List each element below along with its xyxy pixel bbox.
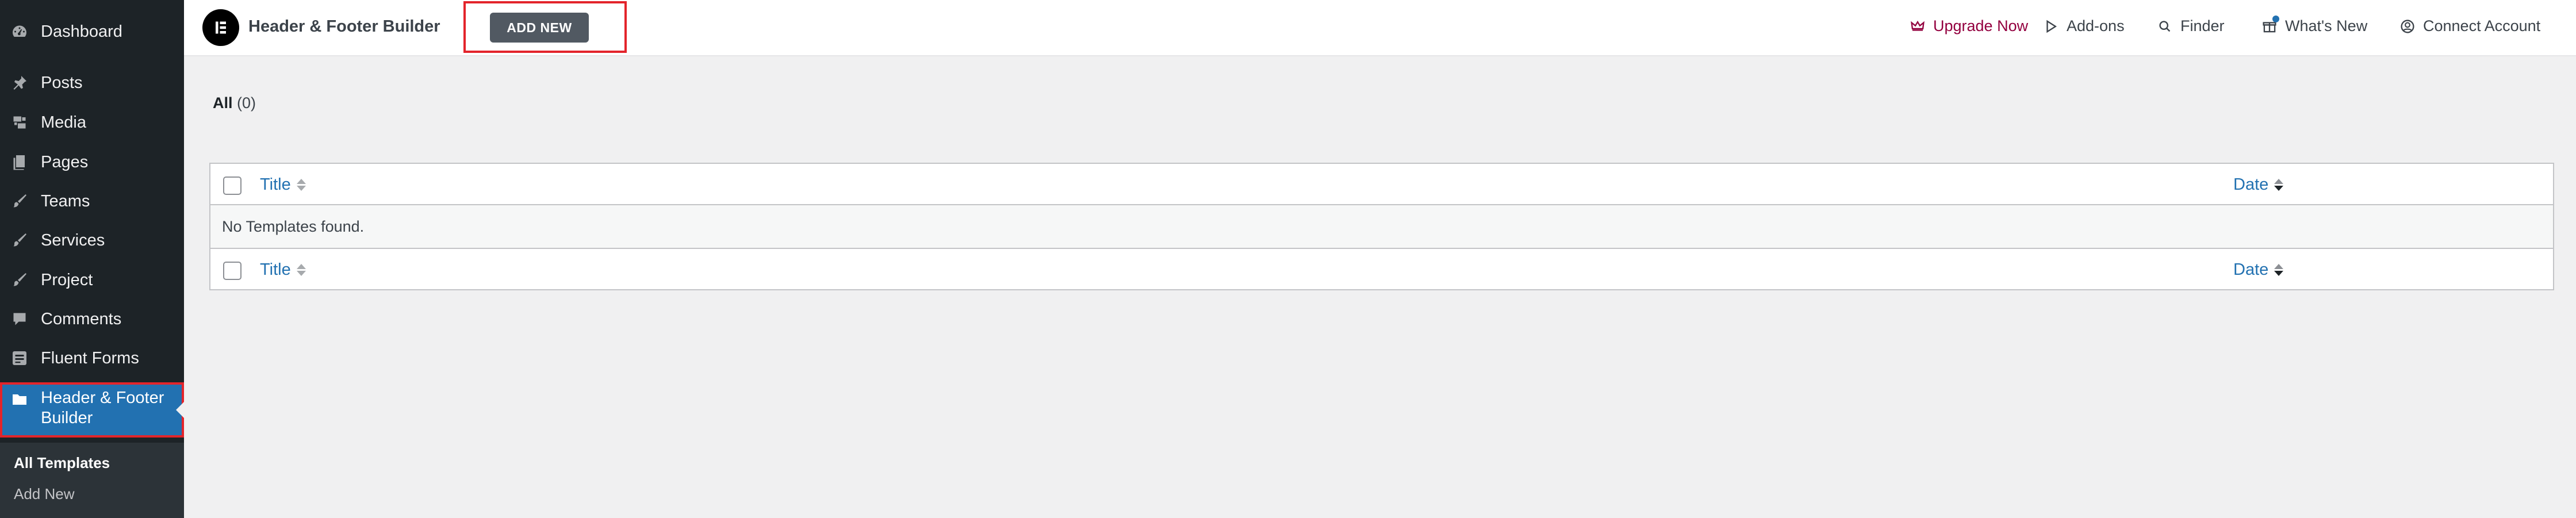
sort-desc-icon: [2274, 179, 2284, 191]
sidebar-item-label: Pages: [41, 152, 89, 171]
play-icon: [2042, 18, 2060, 35]
dashboard-icon: [9, 21, 30, 42]
title-column-label: Title: [260, 175, 291, 194]
date-column-footer[interactable]: Date: [2233, 260, 2284, 279]
pin-icon: [9, 72, 30, 93]
filter-all[interactable]: All: [213, 94, 233, 112]
sidebar-item-label: Services: [41, 231, 105, 250]
notification-dot: [2272, 15, 2279, 22]
sidebar-item-comments[interactable]: Comments: [0, 302, 184, 336]
select-all-checkbox[interactable]: [223, 176, 241, 195]
connect-account-label: Connect Account: [2423, 17, 2541, 34]
date-column-header[interactable]: Date: [2233, 175, 2284, 194]
comment-icon: [9, 309, 30, 329]
sidebar-item-label: Dashboard: [41, 22, 122, 41]
table-footer-row: Title Date: [210, 248, 2553, 289]
crown-icon: [1909, 18, 1926, 35]
add-new-button[interactable]: ADD NEW: [490, 13, 589, 43]
search-icon: [2156, 18, 2174, 35]
sidebar-item-label: Fluent Forms: [41, 348, 139, 367]
add-ons-link[interactable]: Add-ons: [2042, 17, 2125, 35]
whats-new-link[interactable]: What's New: [2261, 15, 2368, 35]
date-column-label: Date: [2233, 175, 2269, 194]
brush-icon: [9, 191, 30, 212]
filter-all-count: (0): [237, 94, 256, 112]
select-all-checkbox-footer[interactable]: [223, 262, 241, 280]
sidebar-item-label: Header & Footer Builder: [41, 389, 164, 427]
upgrade-now-link[interactable]: Upgrade Now: [1909, 17, 2028, 35]
sort-icon: [296, 264, 306, 276]
title-column-footer[interactable]: Title: [260, 260, 306, 279]
elementor-logo: [202, 9, 239, 46]
add-ons-label: Add-ons: [2067, 17, 2125, 34]
media-icon: [9, 112, 30, 133]
app-header: Header & Footer Builder ADD NEW Upgrade …: [184, 0, 2576, 56]
sidebar-item-teams[interactable]: Teams: [0, 185, 184, 218]
brush-icon: [9, 230, 30, 251]
sidebar-item-project[interactable]: Project: [0, 263, 184, 297]
sidebar-item-posts[interactable]: Posts: [0, 66, 184, 99]
templates-table: Title Date No Templates found. Title Dat…: [209, 163, 2554, 290]
sidebar-item-label: Comments: [41, 309, 122, 328]
table-header-row: Title Date: [210, 164, 2553, 205]
submenu-item-add-new[interactable]: Add New: [14, 485, 75, 503]
brush-icon: [9, 270, 30, 290]
folder-icon: [9, 389, 30, 410]
admin-sidebar: Dashboard Posts Media Pages Teams Servic…: [0, 0, 184, 518]
pages-icon: [9, 152, 30, 172]
sidebar-item-dashboard[interactable]: Dashboard: [0, 15, 184, 48]
sort-icon: [296, 179, 306, 191]
status-filter: All (0): [213, 94, 256, 112]
form-icon: [9, 348, 30, 369]
app-title: Header & Footer Builder: [248, 17, 440, 36]
sidebar-submenu: All Templates Add New: [0, 443, 184, 518]
empty-message: No Templates found.: [222, 218, 365, 235]
date-column-label: Date: [2233, 260, 2269, 279]
finder-link[interactable]: Finder: [2156, 17, 2225, 35]
sidebar-item-services[interactable]: Services: [0, 224, 184, 257]
finder-label: Finder: [2180, 17, 2225, 34]
sidebar-item-header-footer-builder[interactable]: Header & Footer Builder: [0, 382, 184, 438]
current-menu-arrow: [176, 402, 184, 418]
sort-desc-icon: [2274, 264, 2284, 276]
sidebar-item-fluent-forms[interactable]: Fluent Forms: [0, 342, 184, 375]
sidebar-item-media[interactable]: Media: [0, 106, 184, 139]
sidebar-item-label: Media: [41, 113, 86, 132]
user-circle-icon: [2399, 18, 2416, 35]
sidebar-item-label: Posts: [41, 73, 83, 92]
connect-account-link[interactable]: Connect Account: [2399, 17, 2540, 35]
upgrade-now-label: Upgrade Now: [1933, 17, 2029, 34]
whats-new-label: What's New: [2285, 17, 2368, 34]
table-row-empty: No Templates found.: [210, 205, 2553, 248]
title-column-header[interactable]: Title: [260, 175, 306, 194]
title-column-label: Title: [260, 260, 291, 279]
sidebar-item-label: Teams: [41, 191, 90, 210]
sidebar-item-pages[interactable]: Pages: [0, 145, 184, 179]
submenu-item-all-templates[interactable]: All Templates: [14, 454, 110, 472]
gift-icon: [2261, 15, 2279, 35]
sidebar-item-label: Project: [41, 270, 93, 289]
